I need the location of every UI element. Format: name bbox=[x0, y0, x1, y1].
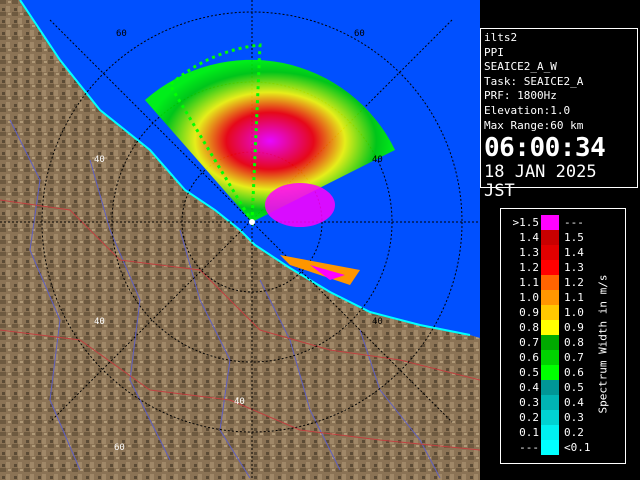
scan-time: 06:00:34 bbox=[484, 133, 606, 164]
legend-color-swatch bbox=[541, 335, 559, 350]
legend-color-swatch bbox=[541, 395, 559, 410]
legend-low-value: 1.1 bbox=[519, 276, 539, 289]
legend-high-value: 0.2 bbox=[564, 426, 584, 439]
legend-high-value: <0.1 bbox=[564, 441, 591, 454]
legend-color-swatch bbox=[541, 440, 559, 455]
legend-color-swatch bbox=[541, 350, 559, 365]
scan-info-panel: ilts2 PPI SEAICE2_A_W Task: SEAICE2_A PR… bbox=[480, 28, 638, 201]
legend-low-value: 0.5 bbox=[519, 366, 539, 379]
legend-low-value: 0.6 bbox=[519, 351, 539, 364]
legend-high-value: 0.6 bbox=[564, 366, 584, 379]
legend-title: Spectrum Width in m/s bbox=[596, 274, 610, 414]
legend-high-value: 1.1 bbox=[564, 291, 584, 304]
legend-color-swatch bbox=[541, 380, 559, 395]
legend-color-swatch bbox=[541, 290, 559, 305]
legend-low-value: 0.7 bbox=[519, 336, 539, 349]
legend-low-value: 0.9 bbox=[519, 306, 539, 319]
legend-high-value: 1.3 bbox=[564, 261, 584, 274]
legend-high-value: 1.4 bbox=[564, 246, 584, 259]
range-label: 60 bbox=[116, 29, 127, 39]
range-label: 40 bbox=[372, 317, 383, 327]
legend-low-value: --- bbox=[519, 441, 539, 454]
range-label: 40 bbox=[94, 317, 105, 327]
range-label: 40 bbox=[234, 397, 245, 407]
legend-color-swatch bbox=[541, 230, 559, 245]
legend-high-value: 1.0 bbox=[564, 306, 584, 319]
legend-row: >1.5 --- bbox=[501, 215, 625, 230]
legend-high-value: --- bbox=[564, 216, 584, 229]
site-name: ilts2 bbox=[484, 31, 518, 44]
legend-color-swatch bbox=[541, 245, 559, 260]
legend-color-swatch bbox=[541, 425, 559, 440]
range-label: 40 bbox=[372, 155, 383, 165]
legend-color-swatch bbox=[541, 410, 559, 425]
legend-high-value: 1.5 bbox=[564, 231, 584, 244]
legend-high-value: 0.3 bbox=[564, 411, 584, 424]
legend-low-value: 1.2 bbox=[519, 261, 539, 274]
legend-low-value: 1.0 bbox=[519, 291, 539, 304]
legend-high-value: 0.7 bbox=[564, 351, 584, 364]
range-label: 60 bbox=[354, 29, 365, 39]
prf-label: PRF: 1800Hz bbox=[484, 89, 557, 103]
legend-color-swatch bbox=[541, 365, 559, 380]
legend-high-value: 1.2 bbox=[564, 276, 584, 289]
scan-name: SEAICE2_A_W bbox=[484, 60, 557, 74]
range-label: 40 bbox=[94, 155, 105, 165]
legend-low-value: 0.8 bbox=[519, 321, 539, 334]
legend-low-value: 0.1 bbox=[519, 426, 539, 439]
legend-title-container: Spectrum Width in m/s bbox=[596, 229, 610, 459]
max-range-label: Max Range:60 km bbox=[484, 118, 584, 132]
legend-low-value: 0.4 bbox=[519, 381, 539, 394]
task-label: Task: SEAICE2_A bbox=[484, 74, 584, 88]
legend-low-value: 1.4 bbox=[519, 231, 539, 244]
legend-color-swatch bbox=[541, 260, 559, 275]
legend-color-swatch bbox=[541, 305, 559, 320]
legend-low-value: >1.5 bbox=[512, 216, 540, 229]
legend-low-value: 0.2 bbox=[519, 411, 539, 424]
legend-color-swatch bbox=[541, 215, 559, 230]
legend-color-swatch bbox=[541, 320, 559, 335]
legend-high-value: 0.8 bbox=[564, 336, 584, 349]
color-legend: >1.5 --- 1.4 1.5 1.3 1.4 1.2 1.3 1.1 1.2 1.0 1.1 0.9… bbox=[500, 208, 626, 464]
legend-low-value: 1.3 bbox=[519, 246, 539, 259]
legend-high-value: 0.4 bbox=[564, 396, 584, 409]
legend-high-value: 0.5 bbox=[564, 381, 584, 394]
legend-color-swatch bbox=[541, 275, 559, 290]
legend-low-value: 0.3 bbox=[519, 396, 539, 409]
scan-date: 18 JAN 2025 JST bbox=[484, 162, 597, 202]
legend-high-value: 0.9 bbox=[564, 321, 584, 334]
radar-site-icon bbox=[249, 219, 255, 225]
scan-type: PPI bbox=[484, 45, 504, 59]
range-label: 60 bbox=[114, 443, 125, 453]
radar-ppi-map: 60 60 40 40 40 40 40 60 bbox=[0, 0, 480, 480]
elevation-label: Elevation:1.0 bbox=[484, 103, 571, 117]
